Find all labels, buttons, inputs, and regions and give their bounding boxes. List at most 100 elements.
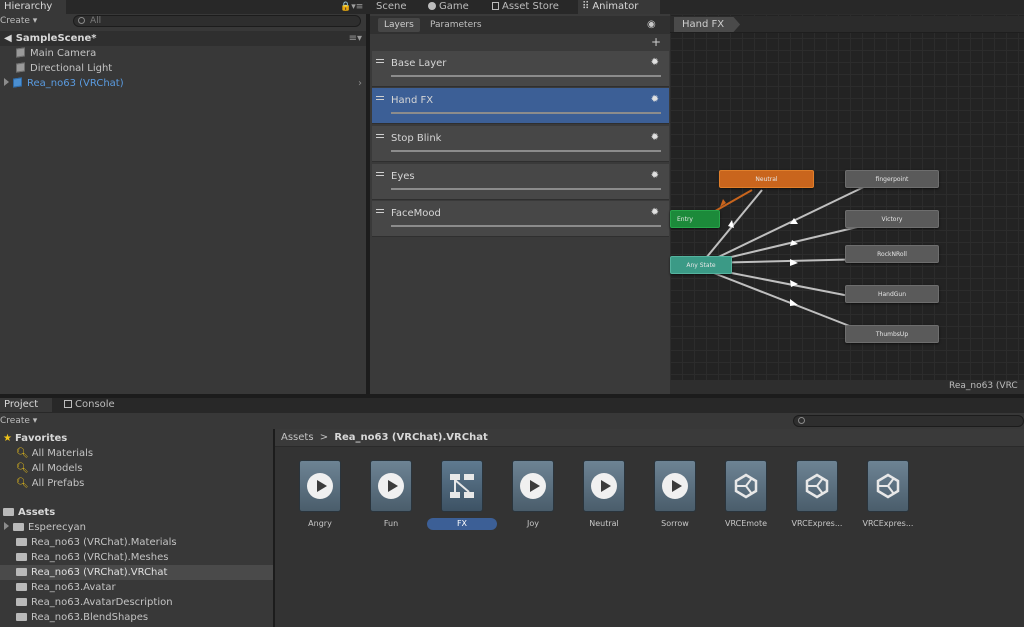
folder-icon	[16, 553, 27, 561]
drag-handle-icon[interactable]	[376, 172, 384, 176]
add-layer-button[interactable]: +	[651, 35, 661, 49]
asset-label: VRCExpres...	[862, 519, 914, 528]
search-icon: 🔍︎	[16, 478, 29, 489]
project-tab-bar	[0, 398, 1024, 412]
assets-header[interactable]: Assets	[0, 505, 55, 520]
state-victory[interactable]: Victory	[845, 210, 939, 228]
layer-weight-bar[interactable]	[391, 188, 661, 190]
tab-project[interactable]: Project	[0, 398, 52, 412]
folder-avatar-description[interactable]: Rea_no63.AvatarDescription	[0, 595, 173, 610]
asset-neutral[interactable]: Neutral	[569, 460, 639, 530]
asset-fx[interactable]: FX	[427, 460, 497, 530]
folder-icon	[3, 508, 14, 516]
drag-handle-icon[interactable]	[376, 96, 384, 100]
project-search-input[interactable]	[793, 415, 1024, 427]
breadcrumb-current[interactable]: Rea_no63 (VRChat).VRChat	[334, 432, 487, 443]
gear-icon[interactable]: ✹	[651, 207, 659, 218]
parameters-tab-label: Parameters	[430, 20, 482, 30]
layer-base-layer[interactable]: Base Layer ✹	[372, 51, 669, 87]
layer-weight-bar[interactable]	[391, 150, 661, 152]
animator-controller-icon	[441, 460, 483, 512]
folder-meshes[interactable]: Rea_no63 (VRChat).Meshes	[0, 550, 168, 565]
layer-hand-fx[interactable]: Hand FX ✹	[372, 88, 669, 124]
asset-joy[interactable]: Joy	[498, 460, 568, 530]
layer-facemood[interactable]: FaceMood ✹	[372, 201, 669, 237]
project-create-dropdown[interactable]: Create ▾	[0, 416, 37, 426]
folder-label: Rea_no63 (VRChat).Materials	[31, 537, 177, 548]
animation-clip-icon	[370, 460, 412, 512]
gear-icon[interactable]: ✹	[651, 170, 659, 181]
drag-handle-icon[interactable]	[376, 59, 384, 63]
folder-vrchat[interactable]: Rea_no63 (VRChat).VRChat	[0, 565, 273, 580]
asset-sorrow[interactable]: Sorrow	[640, 460, 710, 530]
tab-hierarchy[interactable]: Hierarchy	[0, 0, 66, 14]
scene-row[interactable]: ◀ SampleScene* ≡▾	[0, 31, 366, 46]
asset-angry[interactable]: Angry	[285, 460, 355, 530]
bag-icon	[492, 2, 499, 10]
asset-vrcexpressions-2[interactable]: VRCExpres...	[853, 460, 923, 530]
state-handgun[interactable]: HandGun	[845, 285, 939, 303]
tab-animator[interactable]: ⠿ Animator	[578, 0, 660, 14]
state-entry[interactable]: Entry	[670, 210, 720, 228]
hierarchy-item-avatar[interactable]: Rea_no63 (VRChat) ›	[0, 76, 366, 91]
folder-blendshapes[interactable]: Rea_no63.BlendShapes	[0, 610, 148, 625]
add-icon: +	[651, 35, 662, 49]
hierarchy-item-directional-light[interactable]: Directional Light	[0, 61, 112, 76]
layer-weight-bar[interactable]	[391, 112, 661, 114]
drag-handle-icon[interactable]	[376, 209, 384, 213]
star-icon: ★	[3, 433, 12, 444]
prefab-icon	[13, 77, 22, 88]
state-fingerpoint[interactable]: fingerpoint	[845, 170, 939, 188]
expand-arrow-icon[interactable]	[4, 78, 9, 86]
tab-layers[interactable]: Layers	[378, 18, 420, 32]
asset-label: Angry	[308, 519, 332, 528]
breadcrumb-root[interactable]: Assets	[281, 432, 314, 443]
unity-glyph	[876, 473, 900, 499]
hierarchy-create-dropdown[interactable]: Create ▾	[0, 16, 37, 26]
asset-vrcemote[interactable]: VRCEmote	[711, 460, 781, 530]
scene-menu-icon[interactable]: ≡▾	[349, 31, 362, 46]
gear-icon[interactable]: ✹	[651, 132, 659, 143]
gear-icon[interactable]: ✹	[651, 57, 659, 68]
favorite-all-models[interactable]: 🔍︎ All Models	[0, 461, 83, 476]
asset-vrcexpressions-1[interactable]: VRCExpres...	[782, 460, 852, 530]
tab-parameters[interactable]: Parameters	[424, 18, 488, 32]
expand-arrow-icon[interactable]	[4, 522, 9, 530]
asset-fun[interactable]: Fun	[356, 460, 426, 530]
state-any-state[interactable]: Any State	[670, 256, 732, 274]
folder-esperecyan[interactable]: Esperecyan	[0, 520, 86, 535]
tab-console[interactable]: Console	[60, 398, 119, 412]
state-label: Any State	[686, 262, 716, 269]
tab-game[interactable]: Game	[424, 0, 473, 14]
favorites-header[interactable]: ★ Favorites	[0, 431, 67, 446]
favorite-all-prefabs[interactable]: 🔍︎ All Prefabs	[0, 476, 84, 491]
create-label: Create	[0, 416, 30, 426]
layer-stop-blink[interactable]: Stop Blink ✹	[372, 126, 669, 162]
chevron-right-icon[interactable]: ›	[358, 76, 362, 91]
favorite-all-materials[interactable]: 🔍︎ All Materials	[0, 446, 93, 461]
favorite-label: All Prefabs	[31, 478, 85, 489]
hierarchy-item-main-camera[interactable]: Main Camera	[0, 46, 96, 61]
project-tab-label: Project	[4, 399, 39, 410]
layer-weight-bar[interactable]	[391, 225, 661, 227]
lock-icon[interactable]: 🔒▾≡	[340, 2, 363, 12]
tab-scene[interactable]: Scene	[372, 0, 411, 14]
layer-name: FaceMood	[391, 208, 441, 219]
hierarchy-search-input[interactable]: All	[73, 15, 361, 27]
gameobject-icon	[16, 47, 25, 58]
state-thumbsup[interactable]: ThumbsUp	[845, 325, 939, 343]
gear-icon[interactable]: ✹	[651, 94, 659, 105]
state-neutral[interactable]: Neutral	[719, 170, 814, 188]
layer-eyes[interactable]: Eyes ✹	[372, 164, 669, 200]
state-rocknroll[interactable]: RockNRoll	[845, 245, 939, 263]
folder-label: Rea_no63.Avatar	[31, 582, 116, 593]
layer-weight-bar[interactable]	[391, 75, 661, 77]
folder-icon	[16, 598, 27, 606]
eye-toggle-icon[interactable]: ◉	[647, 19, 656, 30]
asset-label: Sorrow	[661, 519, 689, 528]
folder-avatar[interactable]: Rea_no63.Avatar	[0, 580, 116, 595]
folder-materials[interactable]: Rea_no63 (VRChat).Materials	[0, 535, 177, 550]
tab-asset-store[interactable]: Asset Store	[488, 0, 563, 14]
search-icon: 🔍︎	[16, 448, 29, 459]
drag-handle-icon[interactable]	[376, 134, 384, 138]
